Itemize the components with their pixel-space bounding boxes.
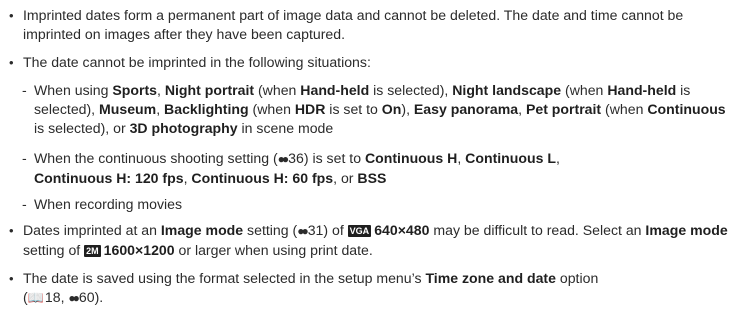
image-mode-vga-icon: VGA [347, 225, 372, 237]
page-reference-icon: ●● [68, 291, 79, 305]
note-item-image-mode: • Dates imprinted at an Image mode setti… [9, 221, 733, 260]
bullet: • [9, 8, 14, 23]
page-reference-icon: ●● [297, 224, 308, 238]
dash: - [22, 196, 27, 212]
bullet: • [9, 223, 14, 238]
bullet: • [9, 55, 14, 70]
note-item-unavailable-situations: • The date cannot be imprinted in the fo… [9, 53, 733, 72]
sub-item-scene-modes: - When using Sports, Night portrait (whe… [22, 81, 733, 138]
sub-item-continuous-shooting: - When the continuous shooting setting (… [22, 149, 733, 188]
sub-item-movies: - When recording movies [22, 195, 733, 214]
note-text: Imprinted dates form a permanent part of… [23, 7, 684, 42]
dash: - [22, 82, 27, 98]
note-text: The date is saved using the format selec… [23, 269, 733, 308]
note-item-imprint-permanent: • Imprinted dates form a permanent part … [9, 6, 733, 44]
sub-item-text: When the continuous shooting setting (●●… [34, 150, 560, 186]
note-item-date-format: • The date is saved using the format sel… [9, 269, 733, 308]
page: • Imprinted dates form a permanent part … [0, 0, 738, 318]
dash: - [22, 150, 27, 166]
page-reference-icon: ●● [277, 152, 289, 166]
image-mode-2m-icon: 2M [84, 245, 101, 257]
note-text: The date cannot be imprinted in the foll… [23, 54, 371, 70]
manual-page-icon: 📖 [27, 290, 44, 305]
sub-item-text: When recording movies [34, 196, 183, 212]
note-text: Dates imprinted at an Image mode setting… [23, 222, 728, 258]
bullet: • [9, 271, 14, 286]
sub-item-text: When using Sports, Night portrait (when … [34, 82, 726, 136]
